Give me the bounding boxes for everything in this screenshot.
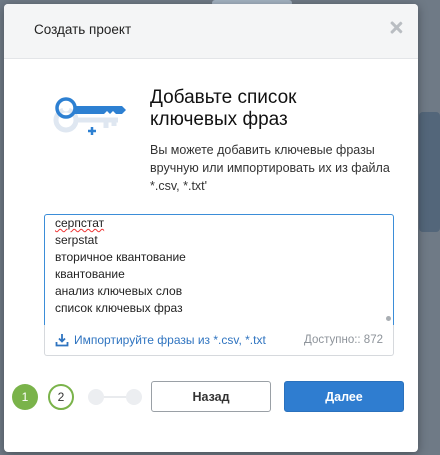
key-illustration-icon	[53, 97, 126, 135]
available-count: Доступно:: 872	[304, 334, 383, 346]
import-bar: Импортируйте фразы из *.csv, *.txt Досту…	[44, 325, 394, 356]
phrases-textarea[interactable]: серпстат serpstat вторичное квантование …	[44, 214, 394, 326]
phrase-line: серпстат	[55, 216, 104, 230]
step-indicator-1: 1	[12, 384, 38, 410]
phrase-line: анализ ключевых слов	[55, 284, 183, 298]
scrollbar-thumb[interactable]	[386, 316, 391, 321]
phrase-line: список ключевых фраз	[55, 301, 183, 315]
step-indicator-2: 2	[48, 384, 74, 410]
close-icon[interactable]	[386, 18, 406, 38]
description-text: Вы можете добавить ключевые фразы вручну…	[150, 143, 390, 193]
import-link-label: Импортируйте фразы из *.csv, *.txt	[74, 333, 266, 347]
dialog-title: Создать проект	[34, 22, 132, 37]
next-button[interactable]: Далее	[284, 381, 404, 412]
step-indicator-3	[88, 389, 104, 405]
phrase-line: квантование	[55, 267, 125, 281]
dialog-header: Создать проект	[4, 4, 418, 59]
step-indicator-4	[126, 389, 142, 405]
background-fragment-right	[419, 112, 440, 232]
phrase-line: serpstat	[55, 233, 98, 247]
back-button[interactable]: Назад	[151, 381, 271, 412]
phrase-line: вторичное квантование	[55, 250, 186, 264]
phrase-text: серпстат	[55, 216, 105, 230]
page-heading: Добавьте список ключевых фраз	[150, 87, 297, 130]
download-icon	[55, 334, 69, 347]
import-file-link[interactable]: Импортируйте фразы из *.csv, *.txt	[55, 333, 266, 347]
create-project-dialog: Создать проект Добавьте список ключевых …	[4, 4, 418, 452]
